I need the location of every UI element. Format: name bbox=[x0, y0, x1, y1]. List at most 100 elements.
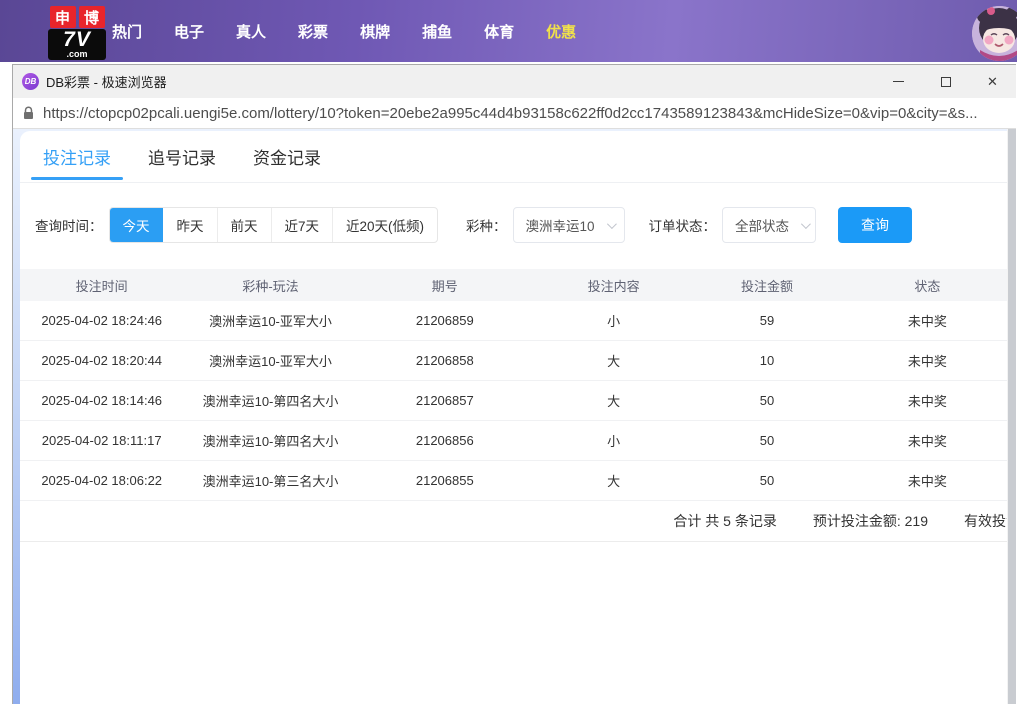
minimize-icon bbox=[893, 81, 904, 82]
table-cell: 21206857 bbox=[358, 393, 532, 408]
column-header: 状态 bbox=[839, 276, 1016, 295]
nav-item[interactable]: 体育 bbox=[484, 21, 514, 42]
table-row: 2025-04-02 18:24:46澳洲幸运10-亚军大小21206859小5… bbox=[20, 301, 1016, 341]
top-navbar: 申 博 7V .com 热门 电子 真人 彩票 棋牌 捕鱼 体育 优惠 bbox=[0, 0, 1017, 62]
column-header: 期号 bbox=[358, 276, 532, 295]
query-button[interactable]: 查询 bbox=[838, 207, 912, 243]
nav-item[interactable]: 电子 bbox=[174, 21, 204, 42]
nav-item[interactable]: 捕鱼 bbox=[422, 21, 452, 42]
table-cell: 50 bbox=[695, 433, 838, 448]
window-title: DB彩票 - 极速浏览器 bbox=[46, 72, 167, 91]
column-header: 投注时间 bbox=[20, 276, 183, 295]
summary-estimated-amount: 预计投注金额: 219 bbox=[813, 511, 928, 531]
window-titlebar: DB DB彩票 - 极速浏览器 ✕ bbox=[13, 65, 1016, 98]
time-range-option[interactable]: 今天 bbox=[110, 208, 163, 242]
maximize-icon bbox=[941, 77, 951, 87]
order-status-value: 全部状态 bbox=[735, 215, 789, 235]
table-body: 2025-04-02 18:24:46澳洲幸运10-亚军大小21206859小5… bbox=[20, 301, 1016, 501]
table-cell: 未中奖 bbox=[839, 431, 1016, 450]
time-range-option[interactable]: 近7天 bbox=[271, 208, 333, 242]
minimize-button[interactable] bbox=[875, 65, 922, 98]
table-cell: 21206856 bbox=[358, 433, 532, 448]
logo-main-text: 7V bbox=[50, 30, 104, 50]
table-cell: 未中奖 bbox=[839, 351, 1016, 370]
table-cell: 未中奖 bbox=[839, 471, 1016, 490]
bet-records-table: 投注时间彩种-玩法期号投注内容投注金额状态 2025-04-02 18:24:4… bbox=[20, 269, 1016, 542]
order-status-select[interactable]: 全部状态 bbox=[722, 207, 816, 243]
close-button[interactable]: ✕ bbox=[969, 65, 1016, 98]
table-cell: 21206859 bbox=[358, 313, 532, 328]
logo-wordmark: 7V .com bbox=[48, 29, 106, 60]
nav-item[interactable]: 真人 bbox=[236, 21, 266, 42]
time-range-group: 今天昨天前天近7天近20天(低频) bbox=[109, 207, 439, 243]
table-cell: 2025-04-02 18:24:46 bbox=[20, 313, 183, 328]
lottery-select[interactable]: 澳洲幸运10 bbox=[513, 207, 625, 243]
table-cell: 2025-04-02 18:14:46 bbox=[20, 393, 183, 408]
time-range-option[interactable]: 昨天 bbox=[163, 208, 217, 242]
close-icon: ✕ bbox=[987, 75, 998, 88]
table-row: 2025-04-02 18:06:22澳洲幸运10-第三名大小21206855大… bbox=[20, 461, 1016, 501]
table-cell: 2025-04-02 18:20:44 bbox=[20, 353, 183, 368]
record-tabs: 投注记录追号记录资金记录 bbox=[20, 131, 1016, 183]
table-cell: 小 bbox=[532, 431, 695, 450]
maximize-button[interactable] bbox=[922, 65, 969, 98]
site-logo[interactable]: 申 博 7V .com bbox=[48, 6, 106, 60]
table-cell: 59 bbox=[695, 313, 838, 328]
user-avatar[interactable] bbox=[972, 6, 1017, 61]
status-filter-label: 订单状态： bbox=[649, 215, 717, 235]
window-controls: ✕ bbox=[875, 65, 1016, 98]
table-cell: 2025-04-02 18:11:17 bbox=[20, 433, 183, 448]
table-header-row: 投注时间彩种-玩法期号投注内容投注金额状态 bbox=[20, 269, 1016, 301]
browser-window: DB DB彩票 - 极速浏览器 ✕ https://ctopcp02pcali.… bbox=[12, 64, 1016, 704]
table-row: 2025-04-02 18:11:17澳洲幸运10-第四名大小21206856小… bbox=[20, 421, 1016, 461]
nav-item[interactable]: 热门 bbox=[112, 21, 142, 42]
table-cell: 大 bbox=[532, 471, 695, 490]
column-header: 彩种-玩法 bbox=[183, 276, 357, 295]
nav-item[interactable]: 彩票 bbox=[298, 21, 328, 42]
table-cell: 小 bbox=[532, 311, 695, 330]
summary-total-records: 合计 共 5 条记录 bbox=[673, 511, 776, 531]
avatar-image bbox=[972, 6, 1017, 61]
tab[interactable]: 资金记录 bbox=[253, 131, 321, 182]
table-row: 2025-04-02 18:20:44澳洲幸运10-亚军大小21206858大1… bbox=[20, 341, 1016, 381]
table-summary-row: 合计 共 5 条记录 预计投注金额: 219 有效投注 bbox=[20, 501, 1016, 542]
scrollbar-thumb[interactable] bbox=[1008, 129, 1016, 704]
page-content: 投注记录追号记录资金记录 查询时间： 今天昨天前天近7天近20天(低频) 彩种：… bbox=[13, 129, 1016, 704]
table-cell: 2025-04-02 18:06:22 bbox=[20, 473, 183, 488]
vertical-scrollbar bbox=[1007, 129, 1016, 704]
table-cell: 21206855 bbox=[358, 473, 532, 488]
lottery-select-value: 澳洲幸运10 bbox=[526, 215, 595, 235]
nav-item[interactable]: 优惠 bbox=[546, 21, 576, 42]
padlock-icon bbox=[23, 106, 34, 120]
table-cell: 50 bbox=[695, 393, 838, 408]
table-cell: 大 bbox=[532, 351, 695, 370]
nav-item[interactable]: 棋牌 bbox=[360, 21, 390, 42]
table-cell: 21206858 bbox=[358, 353, 532, 368]
table-cell: 澳洲幸运10-第四名大小 bbox=[183, 391, 357, 410]
logo-badges: 申 博 bbox=[48, 6, 106, 28]
browser-app-icon: DB bbox=[22, 73, 39, 90]
table-cell: 澳洲幸运10-亚军大小 bbox=[183, 311, 357, 330]
table-cell: 澳洲幸运10-第四名大小 bbox=[183, 431, 357, 450]
table-cell: 50 bbox=[695, 473, 838, 488]
logo-suffix-text: .com bbox=[50, 50, 104, 58]
lottery-filter-label: 彩种： bbox=[466, 215, 507, 235]
table-cell: 大 bbox=[532, 391, 695, 410]
logo-badge-left: 申 bbox=[50, 6, 76, 28]
logo-badge-right: 博 bbox=[79, 6, 105, 28]
main-menu: 热门 电子 真人 彩票 棋牌 捕鱼 体育 优惠 bbox=[112, 0, 576, 62]
column-header: 投注内容 bbox=[532, 276, 695, 295]
browser-url-bar: https://ctopcp02pcali.uengi5e.com/lotter… bbox=[13, 98, 1016, 129]
time-range-option[interactable]: 前天 bbox=[217, 208, 271, 242]
table-cell: 未中奖 bbox=[839, 391, 1016, 410]
time-range-option[interactable]: 近20天(低频) bbox=[332, 208, 437, 242]
table-cell: 澳洲幸运10-亚军大小 bbox=[183, 351, 357, 370]
chevron-down-icon bbox=[801, 219, 811, 229]
url-text[interactable]: https://ctopcp02pcali.uengi5e.com/lotter… bbox=[43, 105, 1006, 122]
filter-bar: 查询时间： 今天昨天前天近7天近20天(低频) 彩种： 澳洲幸运10 订单状态：… bbox=[20, 207, 1016, 243]
time-filter-label: 查询时间： bbox=[35, 215, 103, 235]
tab[interactable]: 追号记录 bbox=[148, 131, 216, 182]
tab[interactable]: 投注记录 bbox=[43, 131, 111, 182]
records-panel: 投注记录追号记录资金记录 查询时间： 今天昨天前天近7天近20天(低频) 彩种：… bbox=[20, 131, 1016, 704]
table-cell: 10 bbox=[695, 353, 838, 368]
